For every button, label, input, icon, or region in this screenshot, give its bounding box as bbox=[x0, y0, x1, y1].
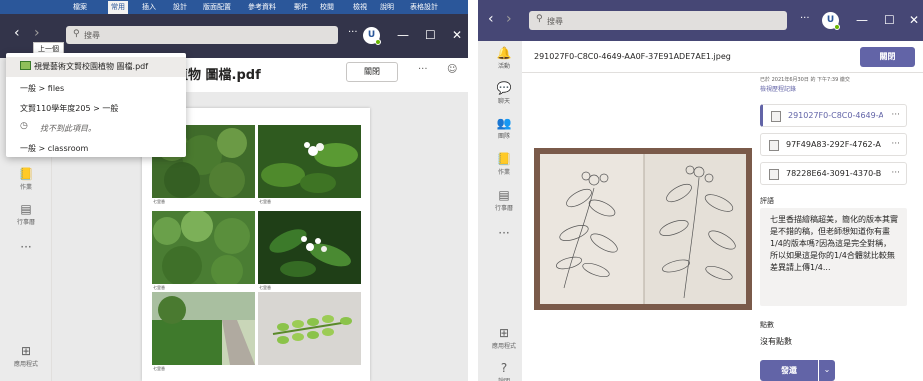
close-window-icon[interactable]: ✕ bbox=[452, 28, 462, 42]
ribbon-tab-mailings[interactable]: 郵件 bbox=[294, 2, 308, 12]
ribbon-tab-table-design[interactable]: 表格設計 bbox=[410, 2, 438, 12]
history-dropdown: 視覺藝術文賢校園植物 圖檔.pdf 一般 > files 文賢110學年度205… bbox=[6, 53, 186, 157]
plant-photo-4 bbox=[258, 211, 361, 284]
points-label: 點數 bbox=[760, 321, 774, 329]
more-options-icon[interactable]: ··· bbox=[891, 139, 900, 149]
presence-status-icon bbox=[834, 24, 840, 30]
maximize-icon[interactable]: ☐ bbox=[425, 28, 436, 42]
search-icon: ⚲ bbox=[536, 14, 543, 24]
more-options-icon[interactable]: ··· bbox=[348, 27, 358, 38]
return-button[interactable]: 發還 bbox=[760, 360, 818, 381]
presence-status-icon bbox=[375, 39, 381, 45]
more-apps-icon: ··· bbox=[20, 240, 32, 254]
ribbon-tab-layout[interactable]: 版面配置 bbox=[203, 2, 231, 12]
minimize-icon[interactable]: — bbox=[856, 13, 868, 27]
ribbon-tab-help[interactable]: 說明 bbox=[380, 2, 394, 12]
search-input[interactable]: ⚲ 搜尋 bbox=[529, 11, 787, 30]
attachment-name: 291027F0-C8C0-4649-A bbox=[788, 111, 883, 120]
rail-label: 活動 bbox=[497, 63, 510, 70]
photo-caption: 七里香 bbox=[259, 199, 271, 204]
ribbon-tab-review[interactable]: 校閱 bbox=[320, 2, 334, 12]
file-icon bbox=[769, 169, 779, 180]
forward-icon[interactable]: › bbox=[34, 25, 40, 41]
close-window-icon[interactable]: ✕ bbox=[909, 13, 919, 27]
image-file-icon bbox=[20, 61, 31, 70]
more-options-icon[interactable]: ··· bbox=[891, 110, 900, 120]
bell-icon: 🔔 bbox=[496, 46, 512, 60]
comment-label: 評語 bbox=[760, 197, 774, 205]
minimize-icon[interactable]: — bbox=[397, 28, 409, 42]
history-item[interactable]: 文賢110學年度205 > 一般 bbox=[20, 103, 118, 114]
points-value: 沒有點數 bbox=[760, 337, 792, 346]
rail-item-assignments[interactable]: 📒 作業 bbox=[0, 167, 52, 191]
close-button[interactable]: 關閉 bbox=[346, 62, 398, 82]
more-options-icon[interactable]: ··· bbox=[891, 168, 900, 178]
photo-caption: 七里香 bbox=[153, 366, 165, 371]
attachment-item[interactable]: 291027F0-C8C0-4649-A ··· bbox=[760, 104, 907, 127]
rail-item-calendar[interactable]: ▤ 行事曆 bbox=[0, 202, 52, 226]
assignments-icon: 📒 bbox=[18, 167, 34, 181]
history-item-not-found: 找不到此項目。 bbox=[40, 124, 96, 133]
left-screenshot: 檔案 常用 插入 設計 版面配置 參考資料 郵件 校閱 檢視 說明 表格設計 ‹… bbox=[0, 0, 468, 381]
history-item[interactable]: 一般 > classroom bbox=[20, 143, 88, 154]
chat-icon[interactable]: ☺ bbox=[447, 64, 457, 75]
forward-icon[interactable]: › bbox=[506, 11, 512, 27]
clock-icon: ◷ bbox=[20, 121, 28, 131]
ribbon-tab-file[interactable]: 檔案 bbox=[73, 2, 87, 12]
ribbon-tab-design[interactable]: 設計 bbox=[173, 2, 187, 12]
attachment-item[interactable]: 97F49A83-292F-4762-A ··· bbox=[760, 133, 907, 156]
history-item[interactable]: 視覺藝術文賢校園植物 圖檔.pdf bbox=[6, 57, 186, 77]
maximize-icon[interactable]: ☐ bbox=[884, 13, 895, 27]
plant-photo-3 bbox=[152, 211, 255, 284]
attachment-item[interactable]: 78228E64-3091-4370-B ··· bbox=[760, 162, 907, 185]
rail-item-activity[interactable]: 🔔 活動 bbox=[478, 46, 530, 70]
search-input[interactable]: ⚲ 搜尋 bbox=[66, 26, 338, 44]
close-button[interactable]: 關閉 bbox=[860, 47, 915, 67]
photo-caption: 七里香 bbox=[259, 285, 271, 290]
file-title: 植物 圖檔.pdf bbox=[175, 68, 261, 83]
back-icon[interactable]: ‹ bbox=[488, 11, 494, 27]
chevron-down-icon[interactable]: ⌄ bbox=[819, 360, 835, 381]
right-screenshot: ‹ › ⚲ 搜尋 ··· U — ☐ ✕ 🔔 活動 💬 聊天 👥 團隊 📒 作業… bbox=[478, 0, 923, 381]
file-name: 291027F0-C8C0-4649-AA0F-37E91ADE7AE1.jpe… bbox=[534, 52, 731, 61]
apps-icon: ⊞ bbox=[20, 344, 32, 358]
sketch-photo bbox=[534, 148, 752, 310]
attachment-name: 78228E64-3091-4370-B bbox=[786, 169, 881, 178]
more-options-icon[interactable]: ··· bbox=[800, 13, 810, 24]
rail-item-apps[interactable]: ⊞ 應用程式 bbox=[0, 344, 52, 368]
search-placeholder: 搜尋 bbox=[547, 17, 563, 26]
view-history-link[interactable]: 檢視歷程記錄 bbox=[760, 84, 796, 93]
ribbon-tab-view[interactable]: 檢視 bbox=[353, 2, 367, 12]
word-ribbon-tabs: 檔案 常用 插入 設計 版面配置 參考資料 郵件 校閱 檢視 說明 表格設計 bbox=[0, 0, 468, 14]
plant-photo-5 bbox=[152, 292, 255, 365]
rail-label: 行事曆 bbox=[16, 219, 35, 226]
ribbon-tab-home[interactable]: 常用 bbox=[108, 1, 128, 14]
file-icon bbox=[769, 140, 779, 151]
plant-photo-2 bbox=[258, 125, 361, 198]
search-placeholder: 搜尋 bbox=[84, 31, 100, 40]
rail-label: 作業 bbox=[19, 184, 32, 191]
file-icon bbox=[771, 111, 781, 122]
plant-photo-6 bbox=[258, 292, 361, 365]
rail-label: 應用程式 bbox=[13, 361, 38, 368]
ribbon-tab-insert[interactable]: 插入 bbox=[142, 2, 156, 12]
back-icon[interactable]: ‹ bbox=[14, 25, 20, 41]
ribbon-tab-references[interactable]: 參考資料 bbox=[248, 2, 276, 12]
photo-caption: 七里香 bbox=[153, 285, 165, 290]
attachment-name: 97F49A83-292F-4762-A bbox=[786, 140, 881, 149]
search-icon: ⚲ bbox=[73, 29, 80, 39]
rail-item-more[interactable]: ··· bbox=[0, 240, 52, 254]
photo-caption: 七里香 bbox=[153, 199, 165, 204]
submitted-time: 已於 2021年6月30日 的 下午7:39 繳交 bbox=[760, 77, 850, 83]
comment-text: 七里香描繪稿超美，簡化的版本其實是不錯的稿，但老師想知道你有畫1/4的版本嗎?因… bbox=[770, 215, 898, 272]
calendar-icon: ▤ bbox=[20, 202, 32, 216]
more-options-icon[interactable]: ··· bbox=[418, 64, 428, 75]
history-item[interactable]: 一般 > files bbox=[20, 83, 64, 94]
